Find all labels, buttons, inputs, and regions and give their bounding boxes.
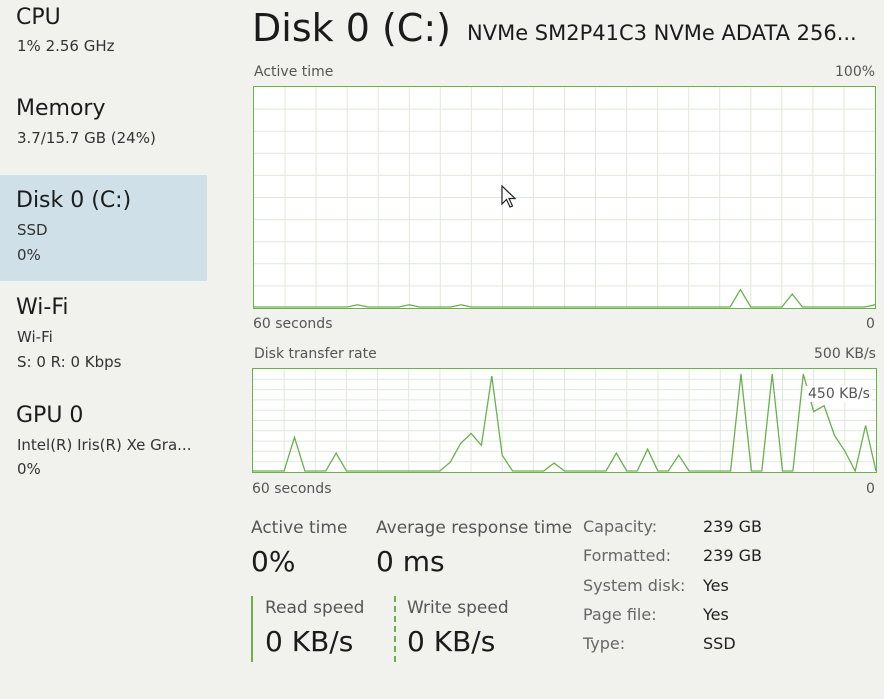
sidebar-item-title: Wi-Fi (16, 295, 69, 320)
property-value: 239 GB (703, 546, 762, 565)
sidebar-item-usage: 0% (17, 460, 41, 478)
transfer-graph-mid-label: 450 KB/s (806, 386, 872, 402)
property-value: Yes (703, 605, 729, 624)
property-key: Type: (583, 634, 626, 653)
property-key: Capacity: (583, 517, 658, 536)
transfer-graph-max-label: 500 KB/s (814, 346, 876, 362)
active-graph-min-label: 0 (866, 316, 875, 332)
property-key: Page file: (583, 605, 657, 624)
active-graph-label: Active time (254, 64, 334, 80)
active-graph-time-label: 60 seconds (253, 316, 333, 332)
sidebar-item-memory[interactable]: Memory 3.7/15.7 GB (24%) (0, 86, 207, 166)
transfer-rate-graph (252, 368, 877, 473)
active-time-stat-label: Active time (251, 518, 348, 538)
active-time-graph (253, 86, 876, 309)
mouse-cursor-icon (501, 185, 517, 208)
active-time-plot (254, 87, 875, 308)
sidebar-item-detail: 3.7/15.7 GB (24%) (17, 129, 156, 147)
property-key: Formatted: (583, 546, 672, 565)
device-name: NVMe SM2P41C3 NVMe ADATA 256... (467, 21, 857, 45)
sidebar-item-disk[interactable]: Disk 0 (C:) SSD 0% (0, 175, 207, 281)
page-title: Disk 0 (C:) (252, 6, 451, 50)
sidebar-item-title: Memory (16, 96, 106, 121)
sidebar-item-detail: SSD (17, 221, 48, 239)
sidebar-item-title: Disk 0 (C:) (16, 188, 132, 213)
active-time-stat-value: 0% (251, 545, 296, 578)
sidebar-item-usage: 0% (17, 246, 41, 264)
sidebar-item-detail: Intel(R) Iris(R) Xe Gra... (17, 436, 192, 454)
avg-response-stat-label: Average response time (376, 518, 573, 538)
write-speed-value: 0 KB/s (407, 625, 496, 658)
read-speed-label: Read speed (265, 598, 365, 618)
active-graph-max-label: 100% (835, 64, 876, 80)
sidebar-item-title: GPU 0 (16, 403, 84, 428)
transfer-graph-label: Disk transfer rate (254, 346, 377, 362)
sidebar-item-wifi[interactable]: Wi-Fi Wi-Fi S: 0 R: 0 Kbps (0, 290, 207, 380)
sidebar-item-detail: 1% 2.56 GHz (17, 37, 115, 55)
read-speed-legend-bar (251, 596, 253, 662)
property-value: Yes (703, 576, 729, 595)
write-speed-label: Write speed (407, 598, 509, 618)
sidebar-item-throughput: S: 0 R: 0 Kbps (17, 353, 122, 371)
sidebar-item-detail: Wi-Fi (17, 328, 53, 346)
write-speed-legend-bar (394, 596, 396, 662)
avg-response-stat-value: 0 ms (376, 545, 445, 578)
property-key: System disk: (583, 576, 686, 595)
sidebar-item-title: CPU (16, 5, 61, 30)
sidebar-item-gpu[interactable]: GPU 0 Intel(R) Iris(R) Xe Gra... 0% (0, 396, 207, 486)
sidebar: CPU 1% 2.56 GHz Memory 3.7/15.7 GB (24%)… (0, 0, 207, 699)
transfer-graph-min-label: 0 (866, 481, 875, 497)
read-speed-value: 0 KB/s (265, 625, 354, 658)
property-value: 239 GB (703, 517, 762, 536)
transfer-rate-plot (253, 369, 876, 472)
property-value: SSD (703, 634, 736, 653)
sidebar-item-cpu[interactable]: CPU 1% 2.56 GHz (0, 0, 207, 80)
transfer-graph-time-label: 60 seconds (252, 481, 332, 497)
